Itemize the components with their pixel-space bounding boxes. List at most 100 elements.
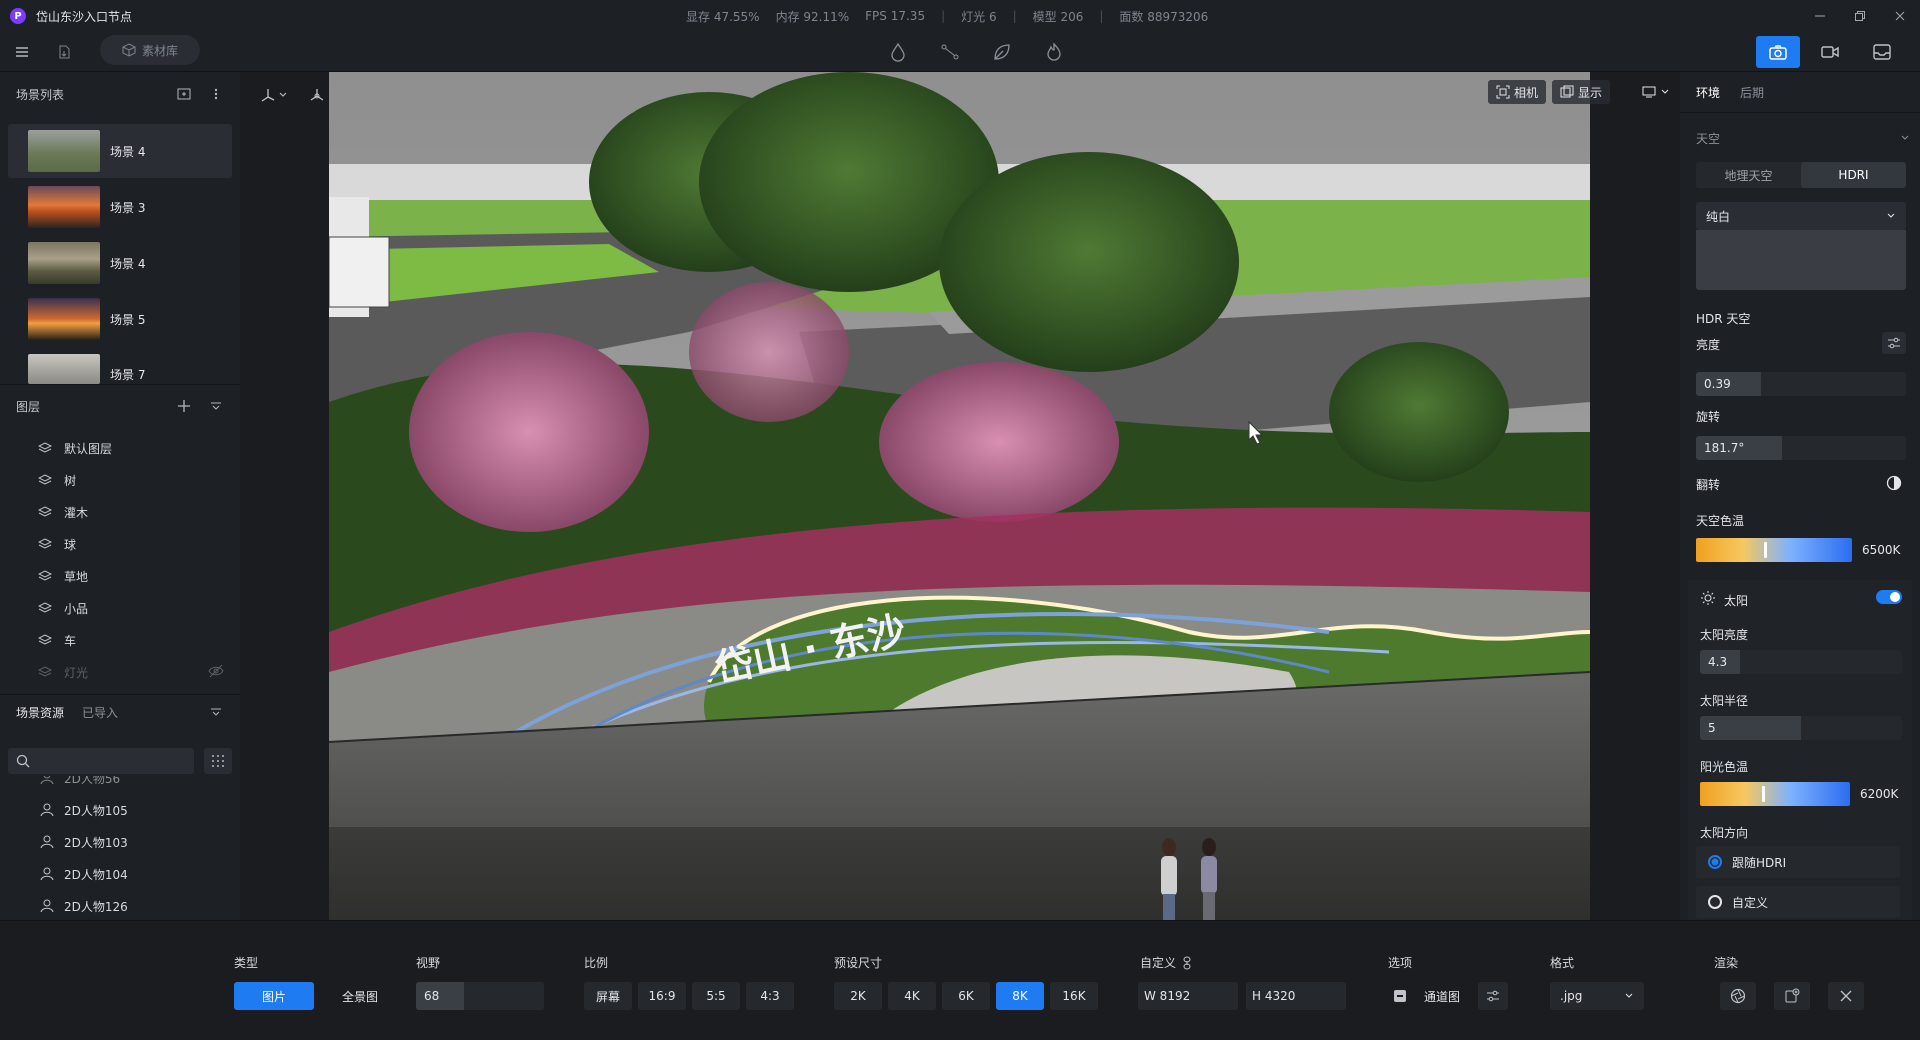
resources-collapse-button[interactable] — [210, 706, 222, 721]
layer-label: 灯光 — [64, 665, 89, 680]
brightness-settings-button[interactable] — [1882, 332, 1906, 354]
menu-button[interactable] — [10, 40, 34, 64]
stat-separator: | — [941, 9, 946, 23]
layer-item[interactable]: 车 — [38, 630, 76, 650]
preset-4k-button[interactable]: 4K — [888, 982, 936, 1010]
close-window-button[interactable] — [1880, 0, 1920, 32]
hdri-preset-select[interactable]: 纯白 — [1696, 202, 1906, 230]
brightness-slider[interactable]: 0.39 — [1696, 372, 1906, 396]
options-settings-button[interactable] — [1478, 982, 1508, 1010]
more-vertical-icon — [214, 88, 218, 100]
sky-mode-geo[interactable]: 地理天空 — [1696, 162, 1801, 188]
scene-item[interactable]: 场景 4 — [8, 124, 232, 178]
render-view[interactable]: 岱山 · 东沙 — [329, 72, 1590, 920]
video-mode-button[interactable] — [1818, 40, 1842, 64]
sun-temp-knob[interactable] — [1761, 786, 1765, 802]
sun-brightness-slider[interactable]: 4.3 — [1700, 650, 1902, 674]
type-panorama-button[interactable]: 全景图 — [320, 982, 400, 1010]
maximize-button[interactable] — [1840, 0, 1880, 32]
sky-mode-hdri[interactable]: HDRI — [1801, 162, 1906, 188]
ratio-screen-button[interactable]: 屏幕 — [584, 982, 632, 1010]
sun-temp-slider[interactable] — [1700, 782, 1850, 806]
transform-tool-button[interactable] — [256, 82, 294, 108]
preset-2k-button[interactable]: 2K — [834, 982, 882, 1010]
format-select[interactable]: .jpg — [1550, 982, 1644, 1010]
radio-follow-hdri[interactable] — [1708, 855, 1722, 869]
render-settings-button[interactable] — [1720, 982, 1756, 1010]
add-layer-button[interactable] — [176, 398, 192, 414]
import-button[interactable] — [52, 40, 76, 64]
fov-slider[interactable]: 68 — [416, 982, 544, 1010]
tab-scene-resources[interactable]: 场景资源 — [16, 704, 64, 721]
pivot-icon — [310, 89, 324, 101]
layer-visibility-toggle[interactable] — [208, 664, 224, 681]
pivot-tool-button[interactable] — [304, 82, 330, 108]
list-item[interactable]: 2D人物56 — [40, 776, 120, 788]
layer-item[interactable]: 草地 — [38, 566, 88, 586]
view-options-button[interactable] — [1634, 80, 1680, 104]
link-icon[interactable] — [1182, 956, 1192, 970]
layers-collapse-button[interactable] — [208, 398, 224, 414]
layer-item[interactable]: 默认图层 — [38, 438, 112, 458]
resource-search-input[interactable] — [8, 748, 194, 774]
render-queue-button[interactable] — [1774, 982, 1810, 1010]
preset-16k-button[interactable]: 16K — [1050, 982, 1098, 1010]
scene-item[interactable]: 场景 3 — [8, 180, 232, 234]
plant-tool-button[interactable] — [990, 40, 1014, 64]
ratio-4-3-button[interactable]: 4:3 — [746, 982, 794, 1010]
add-scene-button[interactable] — [176, 86, 192, 102]
render-label: 渲染 — [1714, 956, 1739, 970]
display-toggle-button[interactable]: 显示 — [1552, 80, 1611, 104]
sun-toggle[interactable] — [1876, 590, 1902, 604]
list-item[interactable]: 2D人物105 — [40, 800, 128, 820]
sky-temp-knob[interactable] — [1763, 542, 1767, 558]
sun-direction-follow-option[interactable]: 跟随HDRI — [1696, 846, 1900, 878]
ratio-label: 比例 — [584, 956, 609, 970]
list-item[interactable]: 2D人物103 — [40, 832, 128, 852]
scene-item[interactable]: 场景 4 — [8, 236, 232, 290]
flip-toggle[interactable] — [1886, 475, 1902, 494]
sliders-icon — [1888, 337, 1900, 349]
preset-6k-button[interactable]: 6K — [942, 982, 990, 1010]
path-tool-button[interactable] — [938, 40, 962, 64]
scene-item[interactable]: 场景 7 — [8, 348, 232, 384]
list-item[interactable]: 2D人物104 — [40, 864, 128, 884]
minimize-button[interactable] — [1800, 0, 1840, 32]
ratio-5-5-button[interactable]: 5:5 — [692, 982, 740, 1010]
rotation-slider[interactable]: 181.7° — [1696, 436, 1906, 460]
output-button[interactable] — [1870, 40, 1894, 64]
radio-custom[interactable] — [1708, 895, 1722, 909]
layer-item[interactable]: 树 — [38, 470, 76, 490]
camera-toggle-button[interactable]: 相机 — [1488, 80, 1547, 104]
width-input[interactable]: W 8192 — [1138, 982, 1238, 1010]
close-render-button[interactable] — [1828, 982, 1864, 1010]
layer-item[interactable]: 球 — [38, 534, 76, 554]
sun-direction-custom-option[interactable]: 自定义 — [1696, 886, 1900, 918]
ratio-16-9-button[interactable]: 16:9 — [638, 982, 686, 1010]
tab-imported[interactable]: 已导入 — [82, 704, 118, 721]
asset-library-button[interactable]: 素材库 — [100, 35, 200, 65]
right-panel-tabs: 环境 后期 — [1696, 84, 1764, 101]
scene-item[interactable]: 场景 5 — [8, 292, 232, 346]
sun-radius-slider[interactable]: 5 — [1700, 716, 1902, 740]
scene-more-button[interactable] — [208, 86, 224, 102]
height-input[interactable]: H 4320 — [1246, 982, 1346, 1010]
tab-environment[interactable]: 环境 — [1696, 84, 1720, 101]
resource-label: 2D人物56 — [64, 776, 121, 786]
preset-8k-button[interactable]: 8K — [996, 982, 1044, 1010]
effects-tool-button[interactable] — [1042, 40, 1066, 64]
layer-label: 小品 — [64, 601, 89, 616]
sky-temp-slider[interactable] — [1696, 538, 1852, 562]
channel-checkbox[interactable] — [1394, 990, 1406, 1002]
add-task-icon — [1785, 988, 1800, 1003]
list-item[interactable]: 2D人物126 — [40, 896, 128, 916]
photo-mode-button[interactable] — [1756, 36, 1800, 68]
material-tool-button[interactable] — [886, 40, 910, 64]
layer-item[interactable]: 灌木 — [38, 502, 88, 522]
type-image-button[interactable]: 图片 — [234, 982, 314, 1010]
tab-post[interactable]: 后期 — [1740, 84, 1764, 101]
sky-collapse-button[interactable] — [1900, 132, 1910, 146]
grid-view-button[interactable] — [204, 748, 232, 774]
layer-item[interactable]: 小品 — [38, 598, 88, 618]
layer-item[interactable]: 灯光 — [38, 662, 88, 682]
